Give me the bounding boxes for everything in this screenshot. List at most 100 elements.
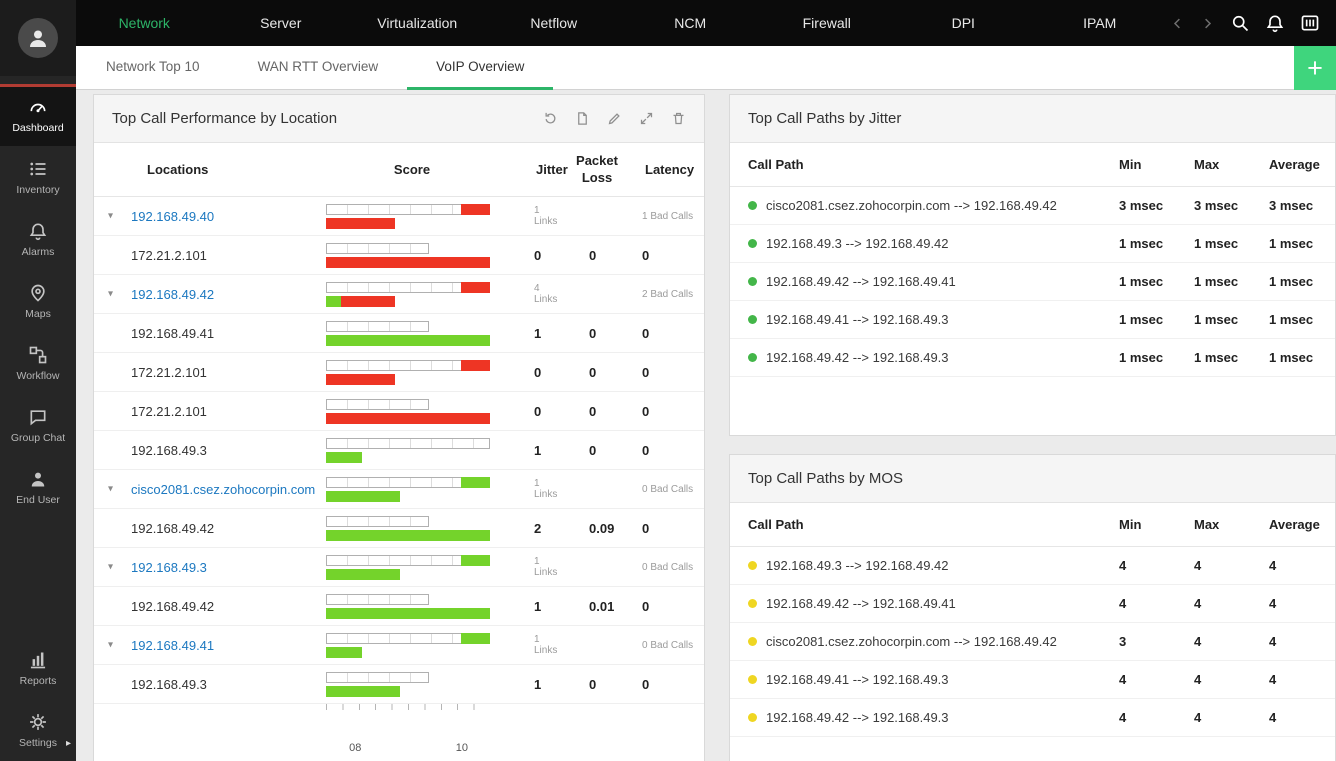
location-label: 172.21.2.101 [131, 247, 207, 263]
max-value: 4 [1194, 710, 1202, 725]
max-value: 4 [1194, 672, 1202, 687]
collapse-caret-icon[interactable]: ▾ [108, 562, 113, 573]
location-row: 172.21.2.101 0 0 0 [94, 353, 704, 392]
notifications-icon[interactable] [1265, 13, 1285, 33]
tab-voip-overview[interactable]: VoIP Overview [407, 46, 554, 90]
score-bar-chart [326, 353, 498, 391]
min-value: 1 msec [1119, 350, 1164, 365]
collapse-caret-icon[interactable]: ▾ [108, 640, 113, 651]
call-path-row: cisco2081.csez.zohocorpin.com --> 192.16… [730, 187, 1335, 225]
score-bar-segment [326, 490, 400, 502]
call-path-label: 192.168.49.41 --> 192.168.49.3 [766, 672, 949, 687]
score-fill-bar [326, 412, 490, 424]
col-packet-loss: Packet Loss [576, 153, 618, 185]
score-bar-tip [460, 554, 490, 566]
score-bar-chart [326, 548, 498, 586]
sidebar-item-end-user[interactable]: End User [0, 456, 76, 518]
collapse-caret-icon[interactable]: ▾ [108, 211, 113, 222]
tab-wan-rtt-overview[interactable]: WAN RTT Overview [229, 46, 408, 89]
sidebar-item-maps[interactable]: Maps [0, 270, 76, 332]
collapse-caret-icon[interactable]: ▾ [108, 289, 113, 300]
bad-calls-count: 0 Bad Calls [642, 561, 694, 573]
nav-item-firewall[interactable]: Firewall [759, 0, 896, 46]
location-label[interactable]: 192.168.49.3 [131, 560, 207, 575]
sidebar-item-dashboard[interactable]: Dashboard [0, 84, 76, 146]
nav-prev-icon[interactable] [1170, 16, 1185, 31]
location-label[interactable]: 192.168.49.42 [131, 287, 214, 302]
score-fill-bar [326, 451, 490, 463]
mos-widget: Top Call Paths by MOS Call Path Min Max … [729, 454, 1336, 761]
location-label[interactable]: 192.168.49.41 [131, 638, 214, 653]
sidebar-item-inventory[interactable]: Inventory [0, 146, 76, 208]
call-path-row: 192.168.49.42 --> 192.168.49.3 1 msec 1 ms… [730, 339, 1335, 377]
nav-item-server[interactable]: Server [213, 0, 350, 46]
max-value: 1 msec [1194, 274, 1239, 289]
score-bar-chart [326, 236, 498, 274]
expand-icon[interactable] [639, 111, 654, 126]
panel-icon[interactable] [1300, 13, 1320, 33]
packet-loss-value: 0.01 [589, 598, 615, 614]
sidebar-item-label: Reports [19, 674, 57, 687]
col-locations: Locations [147, 162, 209, 177]
score-bar-segment [326, 373, 395, 385]
delete-icon[interactable] [671, 111, 686, 126]
jitter-value: 0 [534, 403, 542, 419]
max-value: 4 [1194, 596, 1202, 611]
jitter-value: 1 [534, 325, 542, 341]
nav-item-dpi[interactable]: DPI [895, 0, 1032, 46]
user-avatar[interactable] [0, 0, 76, 76]
location-label: 192.168.49.3 [131, 442, 207, 458]
search-icon[interactable] [1230, 13, 1250, 33]
score-fill-bar [326, 646, 490, 658]
status-dot-icon [748, 713, 757, 722]
score-outline-bar [326, 320, 430, 332]
packet-loss-value: 0.09 [589, 520, 615, 536]
export-icon[interactable] [575, 111, 590, 126]
score-axis: 08 10 [94, 704, 704, 760]
edit-icon[interactable] [607, 111, 622, 126]
call-path-label: 192.168.49.3 --> 192.168.49.42 [766, 558, 949, 573]
location-label[interactable]: cisco2081.csez.zohocorpin.com [131, 482, 315, 497]
location-row: 192.168.49.3 1 0 0 [94, 665, 704, 704]
score-fill-bar [326, 607, 490, 619]
add-dashboard-button[interactable]: + [1294, 46, 1336, 90]
call-path-row: 192.168.49.41 --> 192.168.49.3 4 4 4 [730, 661, 1335, 699]
score-bar-tip [460, 632, 490, 644]
jitter-value: 1 [534, 442, 542, 458]
nav-next-icon[interactable] [1200, 16, 1215, 31]
inventory-icon [28, 159, 48, 179]
call-performance-widget: Top Call Performance by Location Locatio… [93, 94, 705, 761]
nav-item-virtualization[interactable]: Virtualization [349, 0, 486, 46]
dashboard-tabbar: Network Top 10 WAN RTT Overview VoIP Overv… [76, 46, 1336, 90]
latency-value: 0 [642, 325, 650, 341]
score-bar-chart [326, 626, 498, 664]
score-outline-bar [326, 359, 490, 371]
sidebar-item-reports[interactable]: Reports [0, 637, 76, 699]
tab-network-top-10[interactable]: Network Top 10 [77, 46, 229, 89]
call-path-row: 192.168.49.3 --> 192.168.49.42 1 msec 1 ms… [730, 225, 1335, 263]
col-call-path: Call Path [748, 157, 804, 172]
collapse-caret-icon[interactable]: ▾ [108, 484, 113, 495]
min-value: 1 msec [1119, 274, 1164, 289]
nav-item-network[interactable]: Network [76, 0, 213, 46]
dashboard-tabs: Network Top 10 WAN RTT Overview VoIP Overv… [76, 46, 554, 90]
nav-item-ipam[interactable]: IPAM [1032, 0, 1169, 46]
location-row: 192.168.49.42 1 0.01 0 [94, 587, 704, 626]
refresh-icon[interactable] [543, 111, 558, 126]
location-row: ▾ 192.168.49.40 1 Links 1 Bad Calls [94, 197, 704, 236]
location-label: 192.168.49.3 [131, 676, 207, 692]
sidebar-item-settings[interactable]: Settings ▸ [0, 699, 76, 761]
sidebar-item-alarms[interactable]: Alarms [0, 208, 76, 270]
score-bar-chart [326, 587, 498, 625]
location-label[interactable]: 192.168.49.40 [131, 209, 214, 224]
avg-value: 4 [1269, 634, 1277, 649]
score-bar-chart [326, 431, 498, 469]
nav-item-netflow[interactable]: Netflow [486, 0, 623, 46]
chevron-right-icon: ▸ [65, 738, 71, 749]
links-count: 1 Links [534, 205, 558, 227]
sidebar-item-workflow[interactable]: Workflow [0, 332, 76, 394]
location-cell: 192.168.49.42 [94, 599, 326, 614]
score-outline-bar [326, 515, 430, 527]
sidebar-item-group-chat[interactable]: Group Chat [0, 394, 76, 456]
nav-item-ncm[interactable]: NCM [622, 0, 759, 46]
